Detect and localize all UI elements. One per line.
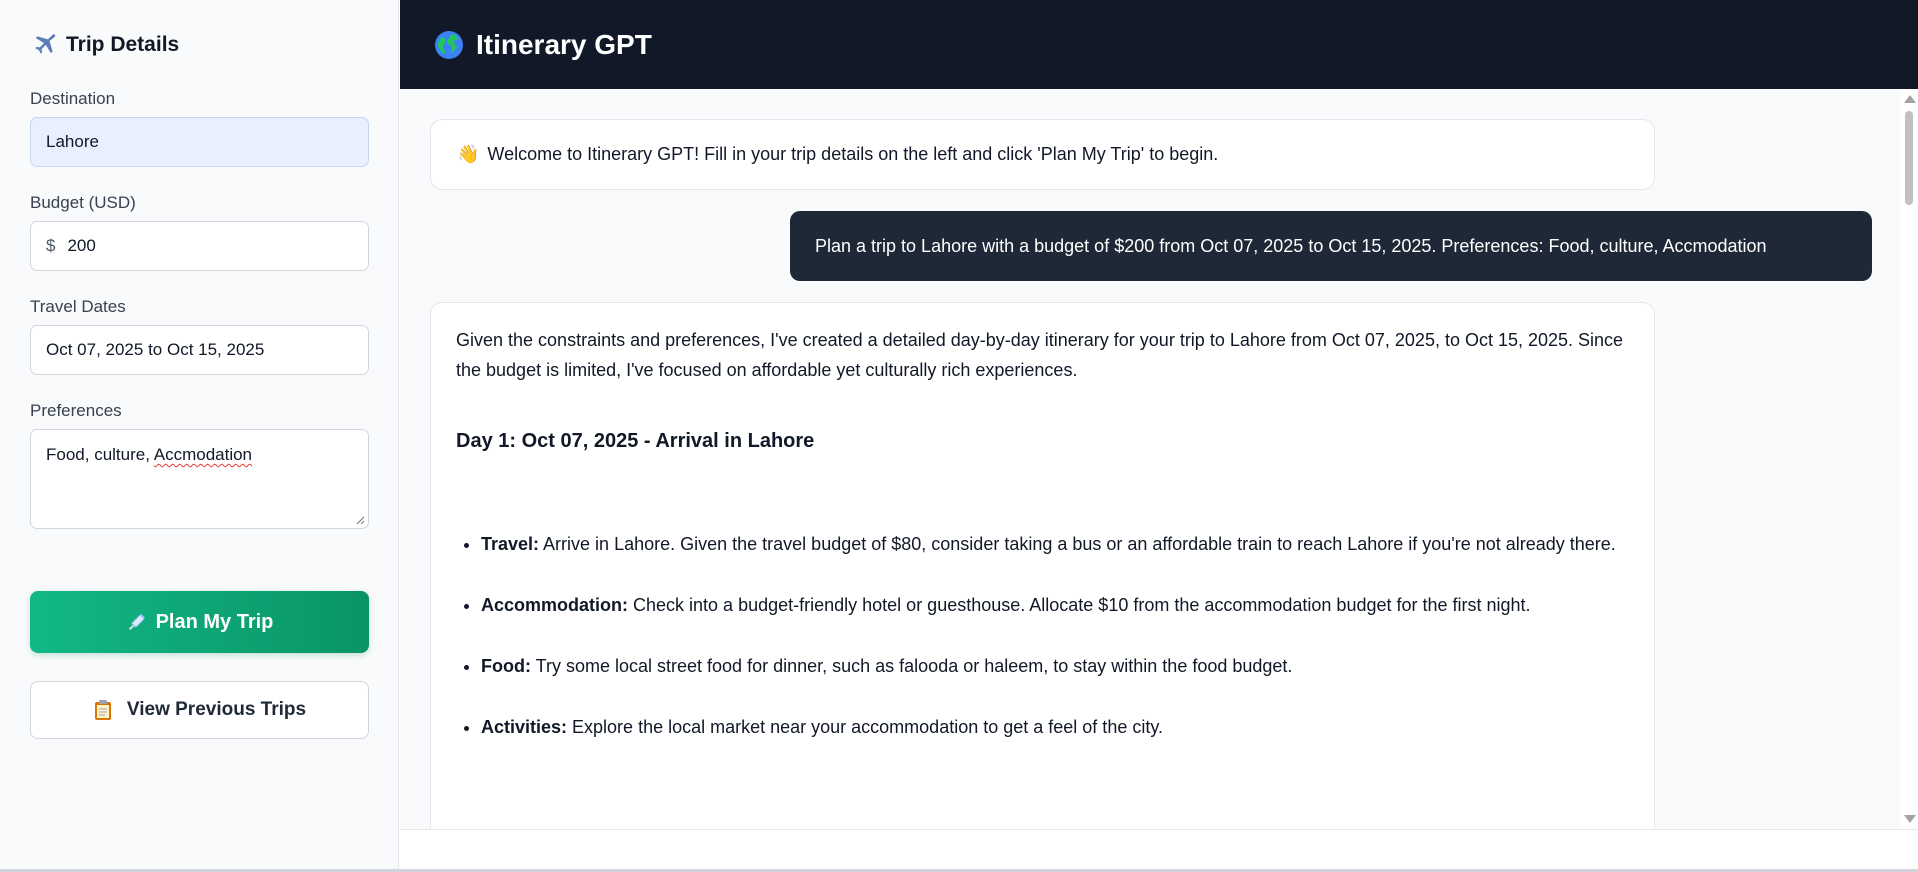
reply-intro: Given the constraints and preferences, I… <box>456 330 1624 380</box>
sidebar-title: Trip Details <box>32 32 179 58</box>
list-item: Travel: Arrive in Lahore. Given the trav… <box>481 529 1629 559</box>
welcome-text: Welcome to Itinerary GPT! Fill in your t… <box>487 144 1219 164</box>
item-label: Activities: <box>481 717 568 737</box>
day-heading: Day 1: Oct 07, 2025 - Arrival in Lahore <box>456 430 815 452</box>
airplane-icon <box>35 34 56 54</box>
user-message: Plan a trip to Lahore with a budget of $… <box>790 211 1872 281</box>
item-label: Accommodation: <box>481 595 629 615</box>
currency-prefix: $ <box>46 236 56 255</box>
scroll-thumb[interactable] <box>1905 111 1913 205</box>
list-item: Food: Try some local street food for din… <box>481 651 1629 681</box>
item-label: Food: <box>481 656 531 676</box>
itinerary-list: Travel: Arrive in Lahore. Given the trav… <box>456 529 1629 742</box>
sidebar-title-text: Trip Details <box>66 33 180 56</box>
item-text: Arrive in Lahore. Given the travel budge… <box>539 534 1616 554</box>
item-text: Check into a budget-friendly hotel or gu… <box>628 595 1531 615</box>
view-previous-trips-button[interactable]: View Previous Trips <box>30 681 369 739</box>
bottom-bar <box>400 829 1918 869</box>
travel-dates-label: Travel Dates <box>30 297 126 316</box>
app-header: Itinerary GPT <box>400 0 1918 89</box>
scroll-up-icon[interactable] <box>1904 95 1916 103</box>
wave-icon: 👋 <box>457 144 480 164</box>
item-text: Explore the local market near your accom… <box>567 717 1163 737</box>
assistant-reply: Given the constraints and preferences, I… <box>430 302 1655 829</box>
preferences-text: Food, culture, <box>46 445 154 464</box>
view-previous-trips-label: View Previous Trips <box>126 699 307 720</box>
budget-label: Budget (USD) <box>30 193 136 212</box>
preferences-textarea[interactable]: Food, culture, Accmodation <box>30 429 369 529</box>
welcome-message: 👋 Welcome to Itinerary GPT! Fill in your… <box>430 119 1655 190</box>
misspelled-word: Accmodation <box>153 445 253 464</box>
destination-label: Destination <box>30 89 116 108</box>
travel-dates-value: Oct 07, 2025 to Oct 15, 2025 <box>46 340 265 359</box>
preferences-label: Preferences <box>30 401 122 420</box>
budget-input[interactable]: $ 200 <box>30 221 369 271</box>
user-message-text: Plan a trip to Lahore with a budget of $… <box>815 235 1767 256</box>
chat-area[interactable]: 👋 Welcome to Itinerary GPT! Fill in your… <box>400 89 1918 829</box>
item-label: Travel: <box>481 534 540 554</box>
resize-grip-icon[interactable] <box>356 516 365 525</box>
destination-value: Lahore <box>46 132 99 151</box>
sidebar: Trip Details Destination Lahore Budget (… <box>0 0 399 869</box>
budget-value: 200 <box>67 236 96 255</box>
scroll-down-icon[interactable] <box>1904 815 1916 823</box>
globe-icon <box>435 30 463 59</box>
plan-my-trip-button[interactable]: Plan My Trip <box>30 591 369 653</box>
preferences-value: Food, culture, Accmodation <box>46 445 252 465</box>
item-text: Try some local street food for dinner, s… <box>530 656 1293 676</box>
clipboard-icon <box>94 700 111 720</box>
list-item: Accommodation: Check into a budget-frien… <box>481 590 1629 620</box>
syringe-icon <box>128 614 145 630</box>
list-item: Activities: Explore the local market nea… <box>481 712 1629 742</box>
destination-input[interactable]: Lahore <box>30 117 369 167</box>
plan-my-trip-label: Plan My Trip <box>155 610 274 633</box>
chat-scrollbar[interactable] <box>1900 89 1918 829</box>
travel-dates-input[interactable]: Oct 07, 2025 to Oct 15, 2025 <box>30 325 369 375</box>
app-title: Itinerary GPT <box>476 28 652 60</box>
